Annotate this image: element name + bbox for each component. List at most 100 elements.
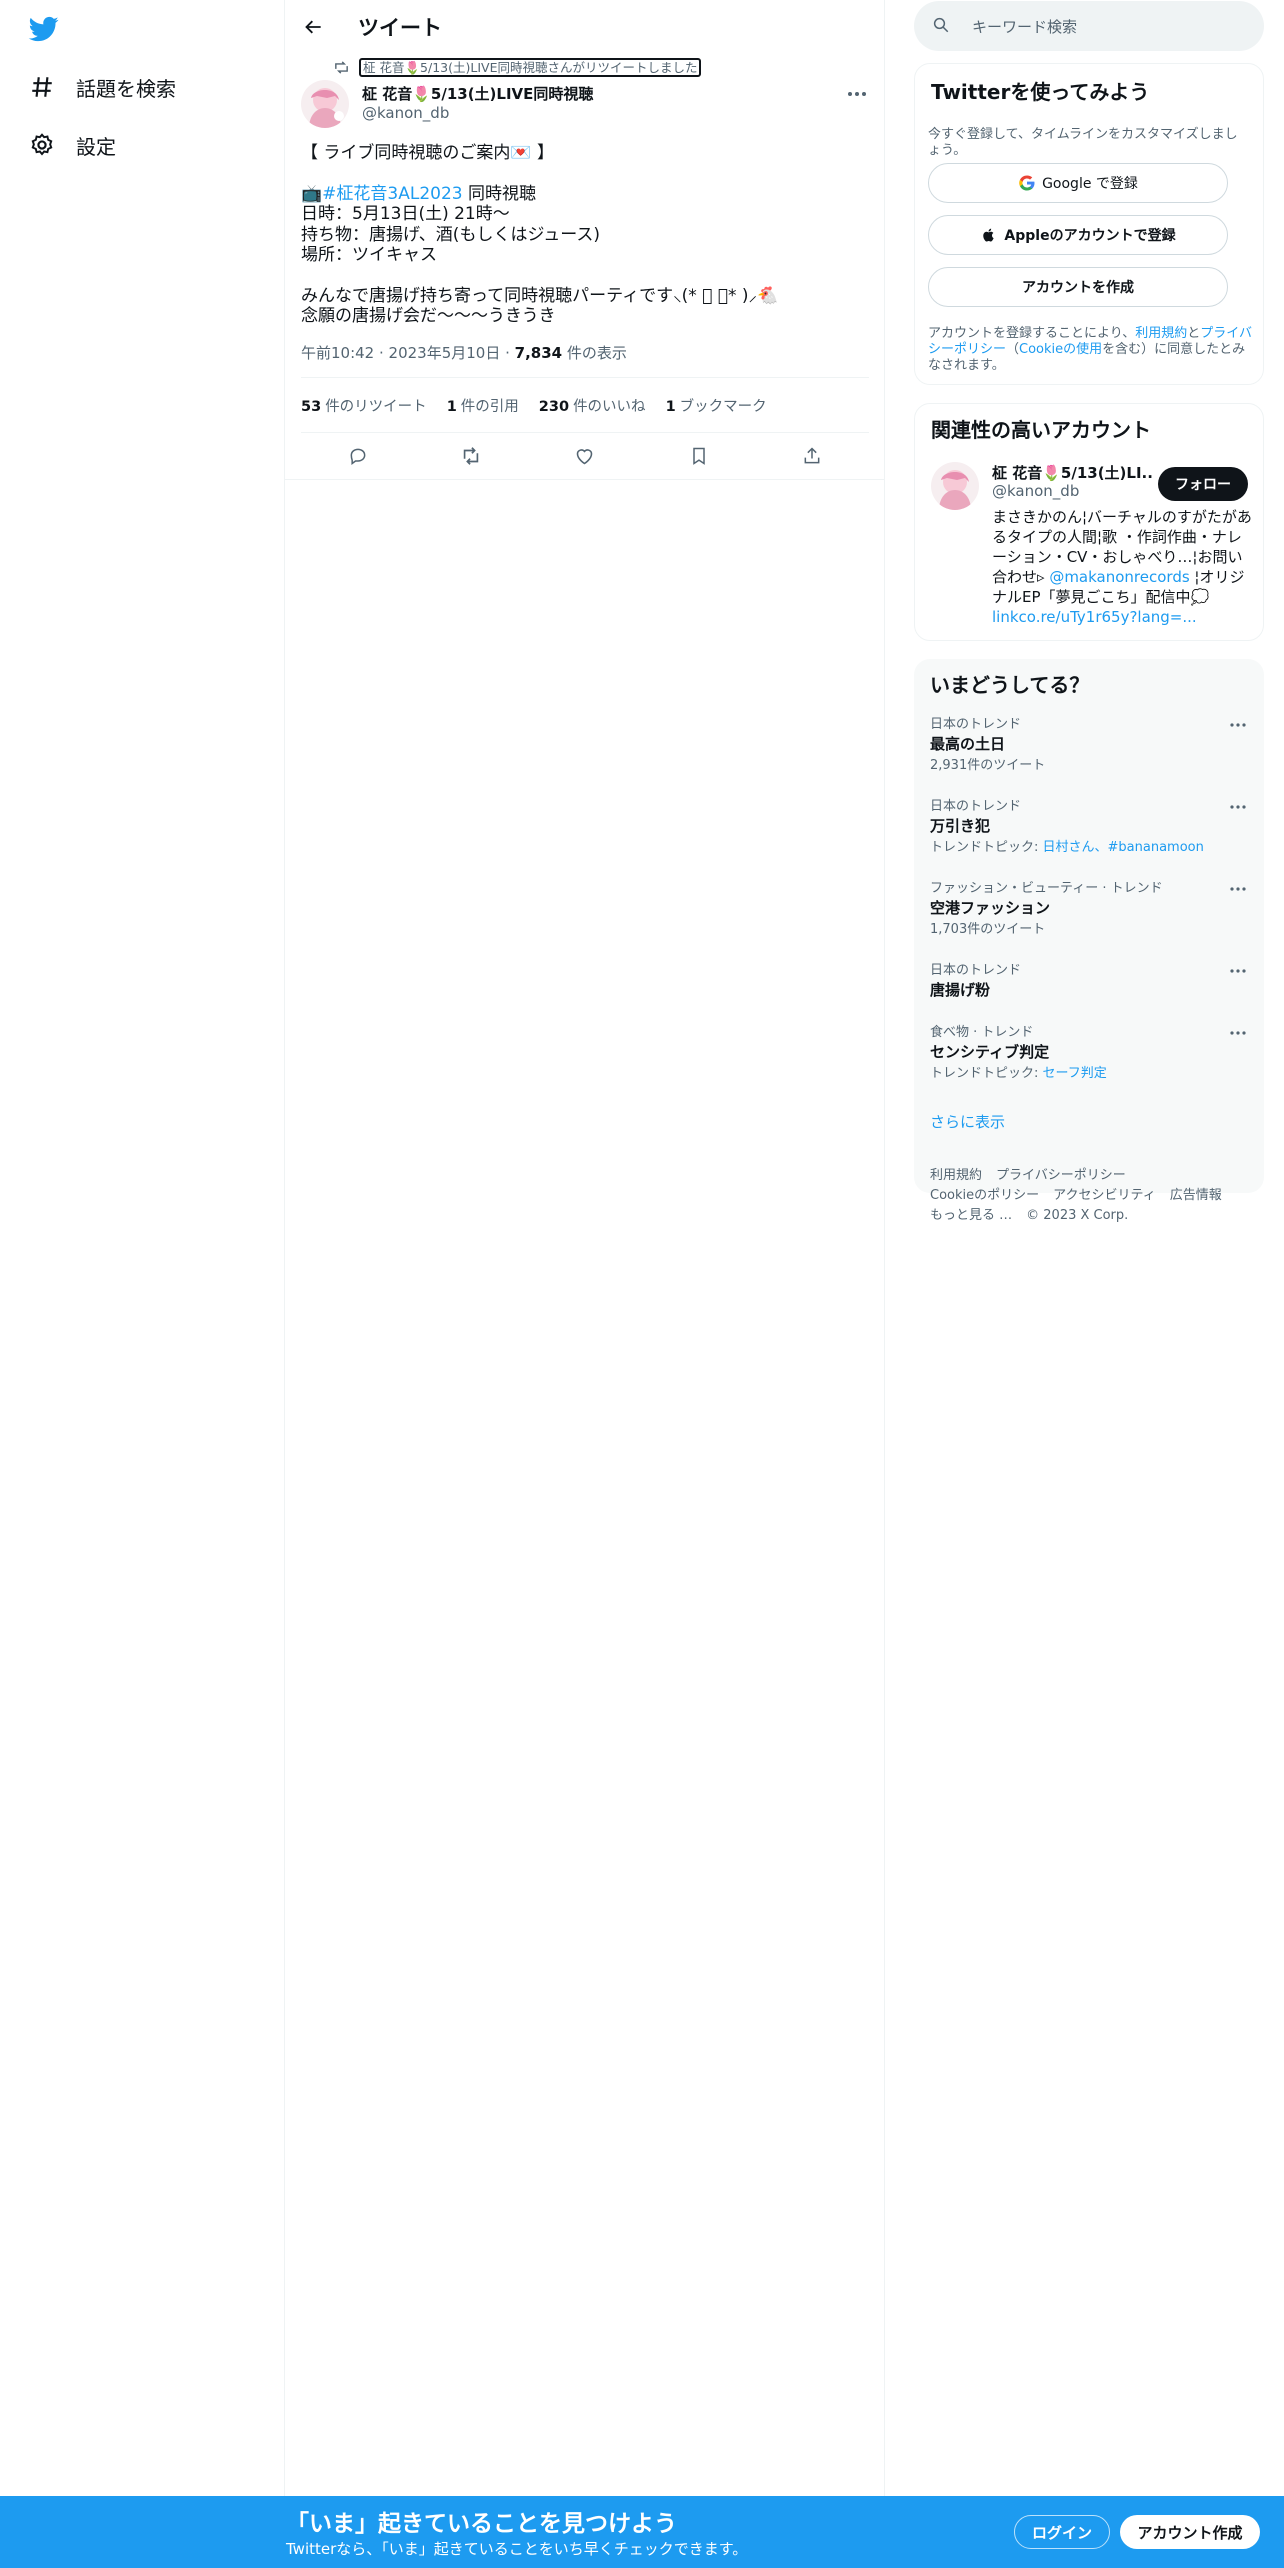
trend-item[interactable]: 食べ物 · トレンド センシティブ判定 トレンドトピック: セーフ判定 [930, 1025, 1248, 1082]
trend-more-icon[interactable] [1228, 881, 1248, 897]
tweet-line-6: みんなで唐揚げ持ち寄って同時視聴パーティです‪⸜(* ॑ ॑* )⸝🐔 [301, 285, 779, 306]
relevant-name[interactable]: 柾 花音🌷5/13(土)LI... [992, 462, 1152, 483]
footer-links: 利用規約 プライバシーポリシー Cookieのポリシー アクセシビリティ 広告情報 も… [930, 1166, 1250, 1226]
legal-text: アカウントを登録することにより、利用規約とプライバシーポリシー（Cookieの使… [928, 326, 1253, 373]
author-handle[interactable]: @kanon_db [362, 104, 449, 122]
bottom-signup-bar: 「いま」起きていることを見つけよう Twitterなら、「いま」起きていることを… [0, 2496, 1284, 2568]
trend-topic-links[interactable]: セーフ判定 [1043, 1066, 1107, 1081]
bookmarks-stat[interactable]: 1 ブックマーク [666, 395, 767, 416]
hashtag-link[interactable]: #柾花音3AL2023 [322, 184, 462, 204]
create-account-label: アカウントを作成 [1022, 280, 1134, 296]
main-column: ツイート 柾 花音🌷5/13(土)LIVE同時視聴さんがリツイートしました 柾 … [285, 0, 885, 2496]
copyright: © 2023 X Corp. [1026, 1208, 1129, 1223]
bottom-bar-subtitle: Twitterなら、「いま」起きていることをいち早くチェックできます。 [286, 2540, 748, 2558]
share-icon[interactable] [800, 444, 824, 468]
create-account-button[interactable]: アカウントを作成 [928, 267, 1228, 307]
footer-link[interactable]: Cookieのポリシー [930, 1186, 1039, 1206]
page-title: ツイート [358, 16, 442, 40]
nav-explore[interactable]: 話題を検索 [28, 67, 176, 107]
signup-button[interactable]: アカウント作成 [1120, 2515, 1260, 2549]
search-input[interactable]: キーワード検索 [972, 16, 1077, 37]
bio-url-link[interactable]: linkco.re/uTy1r65y?lang=... [992, 608, 1197, 626]
author-name[interactable]: 柾 花音🌷5/13(土)LIVE同時視聴 [362, 83, 593, 104]
tweet-date[interactable]: 2023年5月10日 [389, 344, 501, 362]
hashtag-icon [28, 73, 56, 101]
trend-more-icon[interactable] [1228, 799, 1248, 815]
retweets-stat[interactable]: 53 件のリツイート [301, 395, 427, 416]
divider [301, 377, 869, 378]
relevant-handle[interactable]: @kanon_db [992, 482, 1079, 500]
footer-link[interactable]: プライバシーポリシー [996, 1166, 1126, 1186]
left-nav: 話題を検索 設定 [0, 0, 285, 2496]
login-button[interactable]: ログイン [1014, 2515, 1110, 2549]
trend-more-icon[interactable] [1228, 963, 1248, 979]
retweeted-by-link[interactable]: 柾 花音🌷5/13(土)LIVE同時視聴さんがリツイートしました [359, 58, 702, 77]
trend-item[interactable]: ファッション・ビューティー · トレンド 空港ファッション 1,703件のツイー… [930, 881, 1248, 938]
bottom-bar-title: 「いま」起きていることを見つけよう [286, 2511, 677, 2537]
trend-more-icon[interactable] [1228, 717, 1248, 733]
gear-icon [28, 131, 56, 159]
relevant-accounts-card: 関連性の高いアカウント 柾 花音🌷5/13(土)LI... @kanon_db … [914, 403, 1264, 641]
footer-link[interactable]: 広告情報 [1170, 1186, 1222, 1206]
search-box[interactable]: キーワード検索 [914, 1, 1264, 51]
views-label: 件の表示 [562, 344, 627, 362]
relevant-title: 関連性の高いアカウント [931, 418, 1151, 442]
twitter-logo-icon[interactable] [28, 14, 62, 44]
apple-icon [980, 226, 998, 244]
quotes-stat[interactable]: 1 件の引用 [447, 395, 519, 416]
tweet-actions [301, 433, 869, 479]
trends-card: いまどうしてる？ 日本のトレンド 最高の土日 2,931件のツイート 日本のトレ… [914, 659, 1264, 1193]
terms-link[interactable]: 利用規約 [1135, 326, 1187, 341]
more-options-icon[interactable] [845, 84, 869, 104]
tweet-line-5: 場所：ツイキャス [301, 245, 437, 265]
footer-link[interactable]: アクセシビリティ [1053, 1186, 1156, 1206]
trends-title: いまどうしてる？ [930, 673, 1090, 697]
signup-title: Twitterを使ってみよう [931, 80, 1150, 104]
nav-settings[interactable]: 設定 [28, 125, 116, 165]
follow-button[interactable]: フォロー [1158, 467, 1248, 501]
google-signup-button[interactable]: Google で登録 [928, 163, 1228, 203]
back-arrow-icon[interactable] [301, 14, 327, 40]
trend-item[interactable]: 日本のトレンド 最高の土日 2,931件のツイート [930, 717, 1248, 774]
bio-mention-link[interactable]: @makanonrecords [1049, 568, 1189, 586]
search-icon [932, 16, 952, 36]
relevant-bio: まさきかのん¦バーチャルのすがたがあるタイプの人間¦歌 ・作詞作曲・ナレーション… [992, 508, 1252, 626]
tweet-line-1: 【 ライブ同時視聴のご案内💌 】 [301, 143, 554, 163]
show-more-link[interactable]: さらに表示 [930, 1111, 1005, 1132]
tweet-line-7: 念願の唐揚げ会だ〜〜〜うきうき [301, 306, 556, 326]
signup-card: Twitterを使ってみよう 今すぐ登録して、タイムラインをカスタマイズしましょ… [914, 63, 1264, 385]
tweet-line-3: 日時：5月13日(土) 21時〜 [301, 204, 510, 224]
footer-more[interactable]: もっと見る … [930, 1206, 1012, 1226]
retweet-context: 柾 花音🌷5/13(土)LIVE同時視聴さんがリツイートしました [333, 58, 702, 77]
signup-subtitle: 今すぐ登録して、タイムラインをカスタマイズしましょう。 [928, 127, 1238, 158]
trend-item[interactable]: 日本のトレンド 唐揚げ粉 [930, 963, 1248, 1000]
trend-item[interactable]: 日本のトレンド 万引き犯 トレンドトピック: 日村さん、#bananamoon [930, 799, 1248, 856]
trend-more-icon[interactable] [1228, 1025, 1248, 1041]
likes-stat[interactable]: 230 件のいいね [539, 395, 646, 416]
retweet-icon[interactable] [459, 444, 483, 468]
tweet-meta: 午前10:42 · 2023年5月10日 · 7,834 件の表示 [301, 344, 627, 362]
apple-signup-button[interactable]: Appleのアカウントで登録 [928, 215, 1228, 255]
cookie-link[interactable]: Cookieの使用 [1019, 342, 1102, 357]
tv-emoji: 📺 [301, 183, 323, 204]
footer-link[interactable]: 利用規約 [930, 1166, 982, 1186]
apple-signup-label: Appleのアカウントで登録 [1004, 228, 1176, 244]
trend-topic-links[interactable]: 日村さん、#bananamoon [1043, 840, 1204, 855]
tweet-line-4: 持ち物：唐揚げ、酒(もしくはジュース) [301, 224, 601, 245]
bookmark-icon[interactable] [687, 444, 711, 468]
like-heart-icon[interactable] [573, 444, 597, 468]
nav-settings-label: 設定 [76, 134, 116, 159]
tweet-stats: 53 件のリツイート 1 件の引用 230 件のいいね 1 ブックマーク [301, 395, 787, 416]
author-avatar[interactable] [301, 80, 349, 128]
google-icon [1018, 174, 1036, 192]
divider [285, 479, 885, 480]
tweet-line-2-rest: 同時視聴 [462, 183, 537, 204]
tweet-text: 【 ライブ同時視聴のご案内💌 】 📺#柾花音3AL2023 同時視聴 日時：5月… [301, 143, 861, 347]
retweet-small-icon [333, 59, 351, 77]
google-signup-label: Google で登録 [1042, 176, 1138, 192]
views-count: 7,834 [514, 344, 563, 362]
reply-icon[interactable] [346, 444, 370, 468]
nav-explore-label: 話題を検索 [76, 76, 176, 101]
relevant-avatar[interactable] [931, 462, 979, 510]
tweet-time[interactable]: 午前10:42 [301, 344, 374, 362]
